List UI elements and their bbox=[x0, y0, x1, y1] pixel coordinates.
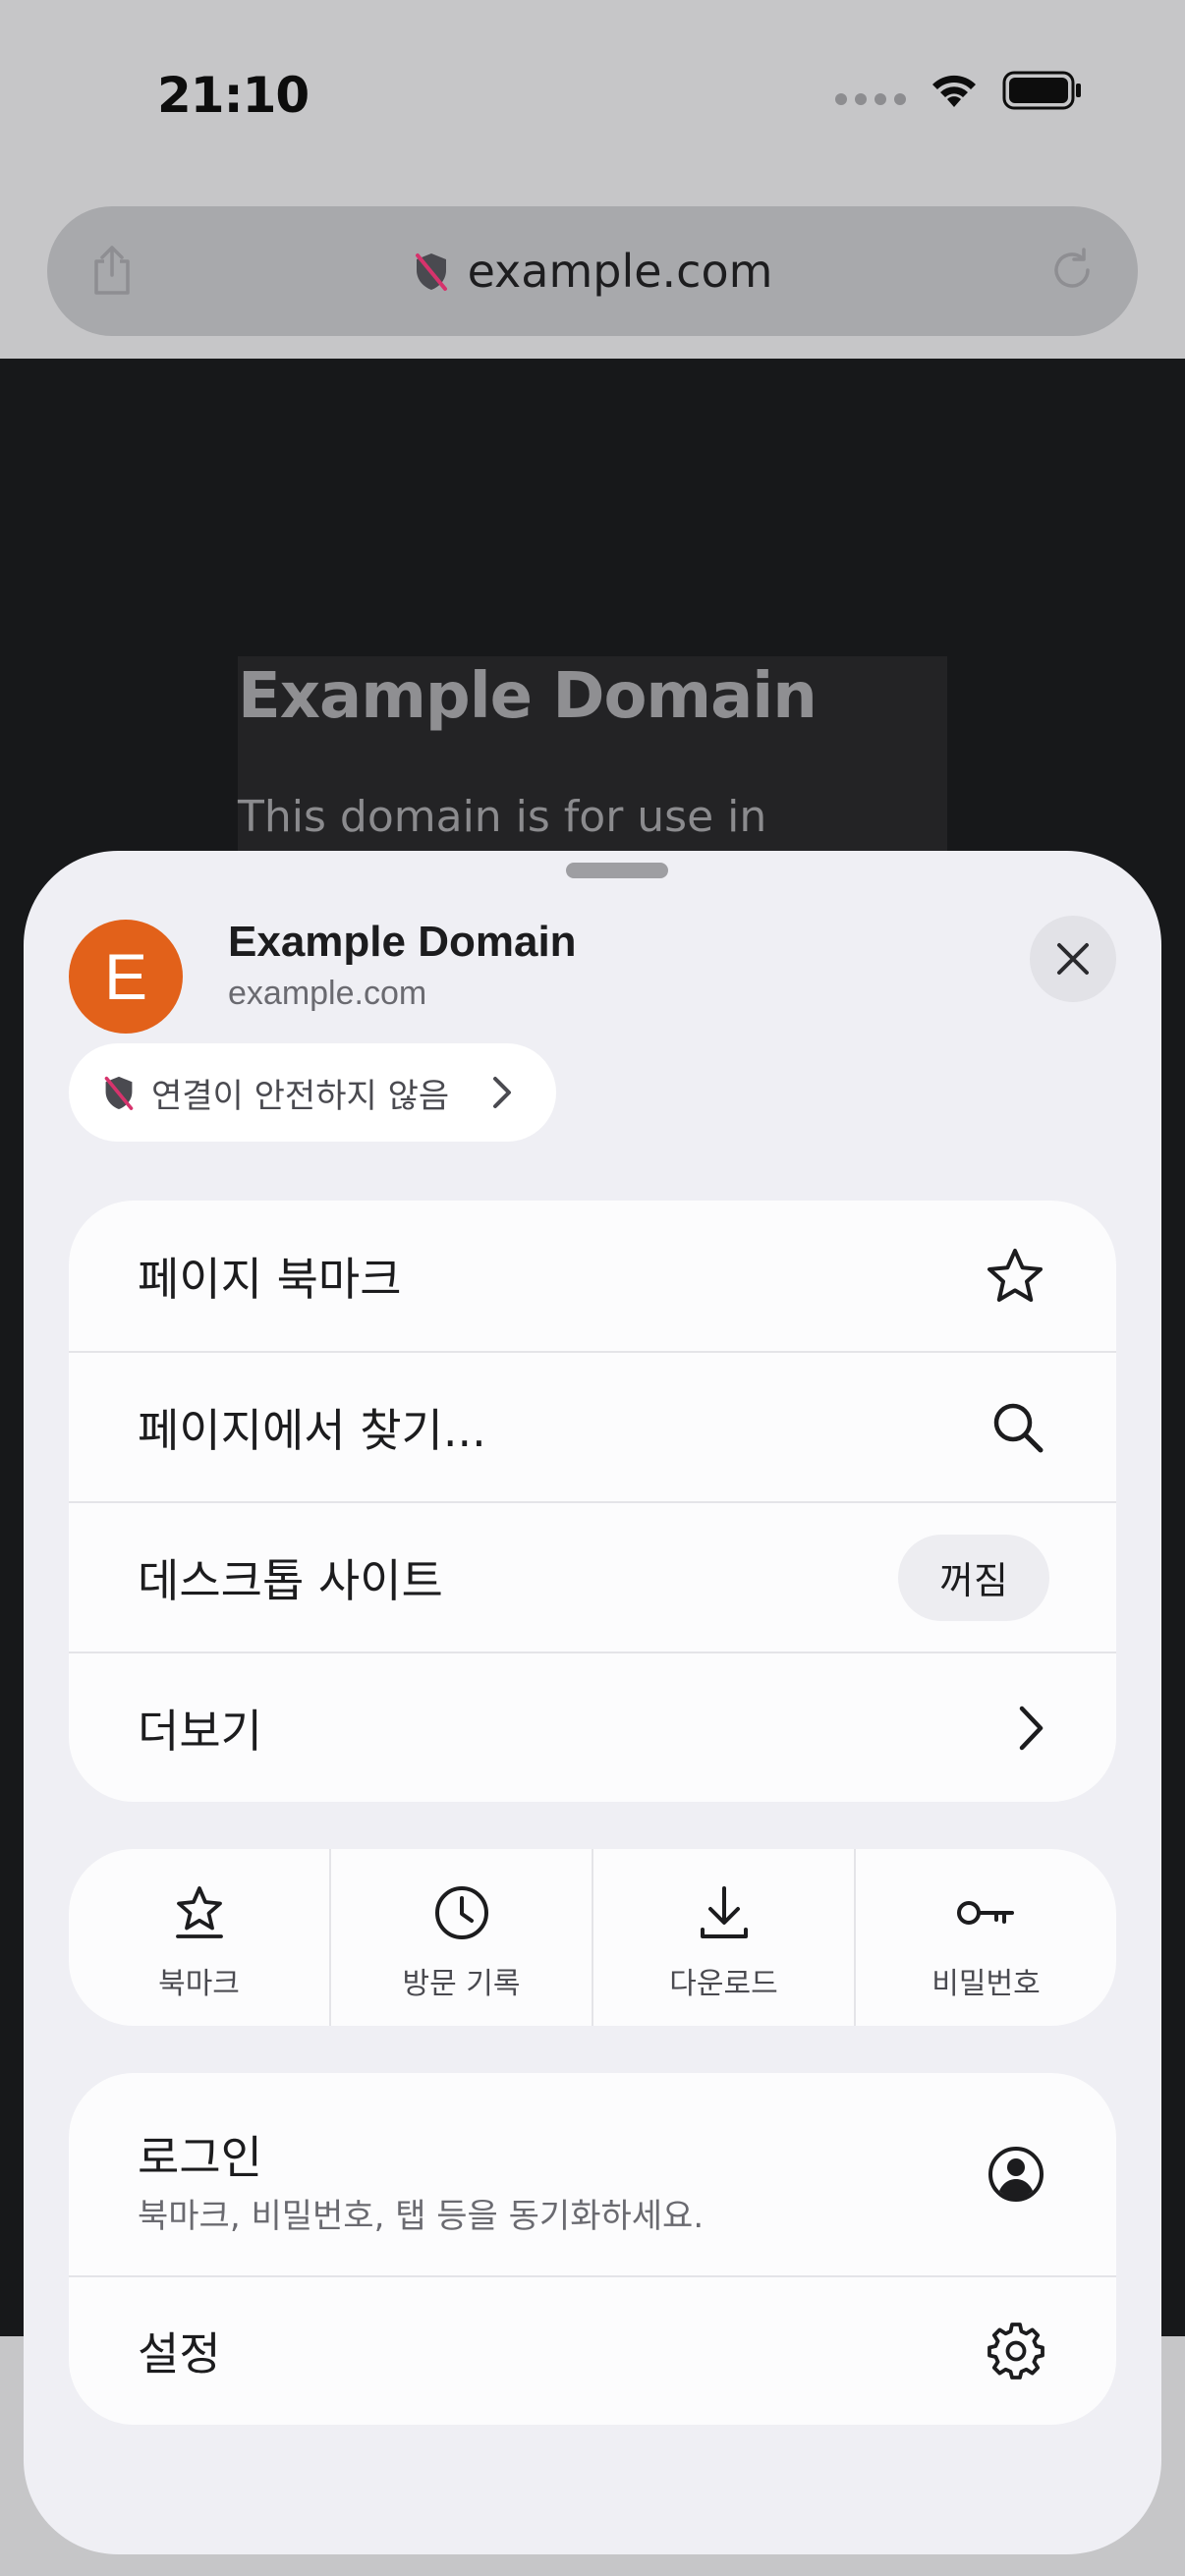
security-label: 연결이 안전하지 않음 bbox=[151, 1076, 450, 1116]
menu-list: 페이지 북마크 페이지에서 찾기... 데스크톱 사이트 꺼짐 더보기 bbox=[69, 1201, 1116, 1802]
status-time: 21:10 bbox=[157, 67, 310, 124]
quick-action-label: 방문 기록 bbox=[402, 1967, 521, 2001]
menu-item-find-in-page[interactable]: 페이지에서 찾기... bbox=[69, 1351, 1116, 1501]
address-field[interactable]: example.com bbox=[47, 206, 1138, 336]
sheet-grabber[interactable] bbox=[566, 863, 668, 878]
menu-item-login[interactable]: 로그인 북마크, 비밀번호, 탭 등을 동기화하세요. bbox=[69, 2073, 1116, 2275]
status-icons bbox=[835, 71, 1083, 110]
address-url: example.com bbox=[467, 245, 773, 298]
cellular-signal-icon bbox=[835, 93, 906, 105]
connection-security-button[interactable]: 연결이 안전하지 않음 bbox=[69, 1043, 556, 1142]
gear-icon bbox=[987, 2322, 1045, 2380]
quick-actions: 북마크 방문 기록 다운로드 비밀번호 bbox=[69, 1849, 1116, 2026]
bookmarks-icon bbox=[175, 1886, 223, 1938]
quick-action-label: 북마크 bbox=[158, 1967, 240, 2001]
battery-icon bbox=[1002, 71, 1081, 110]
insecure-shield-icon bbox=[415, 253, 447, 291]
menu-item-label: 페이지 북마크 bbox=[138, 1252, 402, 1306]
wifi-icon bbox=[932, 75, 976, 107]
settings-label: 설정 bbox=[138, 2327, 221, 2380]
desktop-site-toggle[interactable]: 꺼짐 bbox=[898, 1534, 1049, 1621]
browser-top-chrome: 21:10 example.com bbox=[0, 0, 1185, 359]
download-icon bbox=[700, 1886, 748, 1938]
account-icon bbox=[987, 2145, 1045, 2204]
menu-item-label: 페이지에서 찾기... bbox=[138, 1403, 486, 1457]
login-title: 로그인 bbox=[138, 2131, 262, 2184]
quick-action-label: 다운로드 bbox=[669, 1967, 778, 2001]
quick-action-bookmarks[interactable]: 북마크 bbox=[69, 1849, 329, 2026]
quick-action-label: 비밀번호 bbox=[931, 1967, 1041, 2001]
chevron-right-icon bbox=[1016, 1704, 1045, 1753]
site-title: Example Domain bbox=[228, 918, 577, 966]
menu-item-settings[interactable]: 설정 bbox=[69, 2275, 1116, 2425]
page-menu-sheet: E Example Domain example.com 연결이 안전하지 않음… bbox=[24, 851, 1161, 2554]
menu-item-bookmark-page[interactable]: 페이지 북마크 bbox=[69, 1201, 1116, 1351]
address-bar[interactable]: example.com bbox=[47, 206, 1138, 336]
account-list: 로그인 북마크, 비밀번호, 탭 등을 동기화하세요. 설정 bbox=[69, 2073, 1116, 2425]
quick-action-passwords[interactable]: 비밀번호 bbox=[854, 1849, 1116, 2026]
quick-action-history[interactable]: 방문 기록 bbox=[329, 1849, 592, 2026]
clock-icon bbox=[434, 1886, 488, 1939]
star-icon bbox=[985, 1247, 1045, 1306]
quick-action-downloads[interactable]: 다운로드 bbox=[592, 1849, 854, 2026]
search-icon bbox=[990, 1400, 1045, 1455]
menu-item-more[interactable]: 더보기 bbox=[69, 1652, 1116, 1802]
site-avatar: E bbox=[69, 920, 183, 1034]
close-button[interactable] bbox=[1030, 916, 1116, 1002]
chevron-right-icon bbox=[491, 1075, 513, 1110]
page-heading: Example Domain bbox=[238, 660, 818, 733]
site-url: example.com bbox=[228, 975, 427, 1012]
page-paragraph: This domain is for use in bbox=[238, 792, 767, 842]
reload-icon[interactable] bbox=[1047, 246, 1097, 295]
menu-item-label: 데스크톱 사이트 bbox=[138, 1553, 443, 1607]
menu-item-label: 더보기 bbox=[138, 1704, 262, 1758]
key-icon bbox=[956, 1901, 1014, 1925]
close-icon bbox=[1057, 943, 1089, 975]
insecure-shield-icon bbox=[104, 1076, 134, 1110]
menu-item-desktop-site[interactable]: 데스크톱 사이트 꺼짐 bbox=[69, 1501, 1116, 1652]
login-subtitle: 북마크, 비밀번호, 탭 등을 동기화하세요. bbox=[138, 2197, 705, 2236]
